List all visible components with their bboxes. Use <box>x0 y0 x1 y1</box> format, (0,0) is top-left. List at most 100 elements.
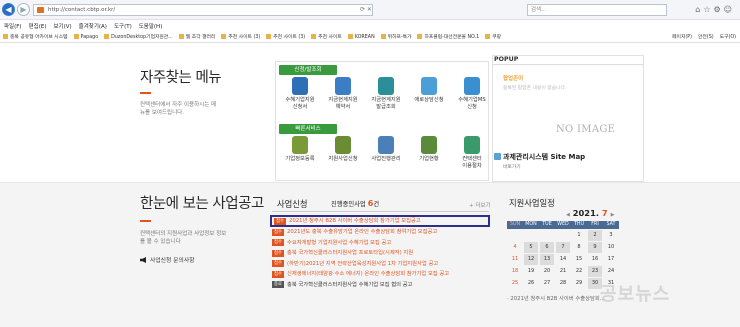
favorite-link[interactable]: Papago <box>74 33 99 43</box>
calendar-day[interactable]: 23 <box>588 266 602 277</box>
calendar-day[interactable]: 11 <box>508 254 522 265</box>
calendar-day[interactable]: 19 <box>524 266 538 277</box>
favorite-link[interactable]: 쿠팡 <box>485 33 501 43</box>
service-item[interactable]: 수혜기업지원 신청서 <box>280 75 320 110</box>
weekday-header: SUN <box>509 222 521 227</box>
menu-item[interactable]: 편집(E) <box>29 24 47 30</box>
notice-title[interactable]: (하반기)2021년 지역 전략산업육성지원사업 1차 기업지원사업 공고 <box>287 259 438 270</box>
calendar-week: 18 19 20 21 22 23 24 <box>507 266 619 277</box>
calendar-event-note[interactable]: · 2021년 청주시 B2B 사이버 수출상담회... <box>507 294 605 302</box>
favorite-link[interactable]: KOREAN <box>348 33 375 43</box>
service-item[interactable]: 애로상담신청 <box>409 75 449 110</box>
watermark: 공보뉴스 <box>600 284 671 305</box>
favorite-link[interactable]: 추천 사이트 (3) <box>221 33 260 43</box>
calendar-day[interactable]: 14 <box>556 254 570 265</box>
calendar-day[interactable]: 18 <box>508 266 522 277</box>
next-month-button[interactable]: ▶ <box>611 212 615 218</box>
favorite-link[interactable]: 하프클럽-대선전문몰 NO.1 <box>417 33 479 43</box>
toolbar-menu-item[interactable]: 페이지(P) <box>672 35 692 40</box>
menu-item[interactable]: 도구(T) <box>114 24 132 30</box>
favorite-link[interactable]: 위하프-특가 <box>381 33 412 43</box>
service-item[interactable]: 지금현계지원 발급조회 <box>366 75 406 110</box>
calendar-day[interactable]: 27 <box>540 278 554 289</box>
calendar-day[interactable]: 22 <box>572 266 586 277</box>
apply-divider <box>272 211 489 212</box>
favorite-link[interactable]: 추천 사이트 <box>311 33 342 43</box>
calendar-day[interactable]: 20 <box>540 266 554 277</box>
calendar-day[interactable]: 16 <box>588 254 602 265</box>
notice-title[interactable]: 2021년 청주시 B2B 사이버 수출상담회 참가기업 모집공고 <box>289 217 421 225</box>
menu-item[interactable]: 즐겨찾기(A) <box>79 24 107 30</box>
notice-row[interactable]: 종료 충북 국가혁신클러스터지원사업 수혜기업 모집 협의 공고 <box>270 280 490 291</box>
status-badge: 종료 <box>272 281 284 289</box>
popup-empty-text: 등록된 팝업존 내용이 없습니다. <box>503 86 567 91</box>
notice-title[interactable]: 2021년도 충북 수출유망기업 온라인 수출상담회 참여기업 모집공고 <box>287 227 437 238</box>
toolbar-icons[interactable]: ⌂☆⚙☺ <box>695 5 735 14</box>
calendar-day[interactable]: 12 <box>524 254 538 265</box>
document-icon <box>292 77 308 95</box>
calendar-day[interactable]: 25 <box>508 278 522 289</box>
sitemap-shortcut[interactable]: 바로가기 <box>503 163 521 170</box>
building-icon <box>421 136 437 154</box>
forward-button[interactable]: ▶ <box>17 3 30 16</box>
menu-item[interactable]: 파일(F) <box>4 24 22 30</box>
calendar-day[interactable]: 17 <box>604 254 618 265</box>
url-input[interactable]: http://contact.cbtp.or.kr/ <box>33 4 373 16</box>
favorite-link[interactable]: 충북 공유형 아카이브 시스템 <box>3 33 68 43</box>
calendar-day[interactable]: 6 <box>540 242 554 253</box>
calendar-day[interactable]: 3 <box>604 230 618 241</box>
refresh-icon[interactable]: ⟳ ✕ <box>360 6 372 13</box>
service-item[interactable]: 컨택센터 이용절차 <box>452 134 492 169</box>
service-item[interactable]: 지원사업신청 <box>323 134 363 169</box>
favorite-link[interactable]: 추천 사이트 (3) <box>266 33 305 43</box>
calendar-day[interactable]: 4 <box>508 242 522 253</box>
apply-count: 진행중인사업 6건 <box>331 199 379 208</box>
menu-item[interactable]: 도움말(H) <box>139 24 163 30</box>
business-inquiry-link[interactable]: 사업신청 문의사항 <box>140 255 195 264</box>
calendar-nav: ◀ 2021. 7 ▶ <box>566 208 614 218</box>
prev-month-button[interactable]: ◀ <box>566 212 570 218</box>
calendar-day[interactable]: 8 <box>572 242 586 253</box>
more-link[interactable]: + 더보기 <box>469 201 491 209</box>
favorite-link[interactable]: 웹 조각 갤러리 <box>179 33 216 43</box>
service-item[interactable]: 기업현황 <box>409 134 449 169</box>
title-accent-bar <box>140 220 151 222</box>
notice-title[interactable]: 수요자개발형 기업지원사업 수혜기업 모집 공고 <box>287 238 391 249</box>
calendar-day[interactable]: 13 <box>540 254 554 265</box>
menu-item[interactable]: 보기(V) <box>53 24 71 30</box>
calendar-day[interactable]: 24 <box>604 266 618 277</box>
notice-row[interactable]: 접수 2021년도 충북 수출유망기업 온라인 수출상담회 참여기업 모집공고 <box>270 227 490 238</box>
calendar-day[interactable]: 21 <box>556 266 570 277</box>
calendar-day[interactable]: 7 <box>556 242 570 253</box>
notice-title[interactable]: 신재생에너지(태양광·수소 에너지) 온라인 수출상담회 참가기업 모집 공고 <box>287 269 449 280</box>
calendar-day[interactable]: 28 <box>556 278 570 289</box>
apply-count-prefix: 진행중인사업 <box>331 201 366 208</box>
toolbar-menu-item[interactable]: 도구(O) <box>720 35 736 40</box>
back-button[interactable]: ◀ <box>2 3 15 16</box>
notice-row[interactable]: 접수 (하반기)2021년 지역 전략산업육성지원사업 1차 기업지원사업 공고 <box>270 259 490 270</box>
calendar-month: 7 <box>601 208 608 218</box>
service-item[interactable]: 지금현계지원 예약서 <box>323 75 363 110</box>
service-item[interactable]: 기업정보등록 <box>280 134 320 169</box>
toolbar-menu-item[interactable]: 안전(S) <box>698 35 714 40</box>
calendar-day[interactable]: 9 <box>588 242 602 253</box>
sitemap-link[interactable]: 과제관리시스템 Site Map <box>503 152 585 162</box>
notice-row[interactable]: 접수 2021년 청주시 B2B 사이버 수출상담회 참가기업 모집공고 <box>270 215 490 227</box>
calendar-day[interactable]: 1 <box>572 230 586 241</box>
calendar-day[interactable]: 10 <box>604 242 618 253</box>
calendar-day[interactable]: 29 <box>572 278 586 289</box>
notice-row[interactable]: 접수 신재생에너지(태양광·수소 에너지) 온라인 수출상담회 참가기업 모집 공… <box>270 269 490 280</box>
calendar-day[interactable]: 2 <box>588 230 602 241</box>
search-input[interactable]: 검색... <box>527 4 667 16</box>
calendar-day[interactable]: 5 <box>524 242 538 253</box>
favorite-link[interactable]: DuzonDesktop기업지원관... <box>104 33 173 43</box>
calendar-day[interactable]: 26 <box>524 278 538 289</box>
service-item[interactable]: 수혜기업MS 신청 <box>452 75 492 110</box>
notice-title[interactable]: 충북 국가혁신클러스터지원사업 프로토타입(시제작) 지원 <box>287 248 413 259</box>
calendar-day[interactable]: 15 <box>572 254 586 265</box>
notice-title[interactable]: 충북 국가혁신클러스터지원사업 수혜기업 모집 협의 공고 <box>287 280 412 291</box>
sitemap-icon <box>494 153 501 160</box>
notice-row[interactable]: 접수 수요자개발형 기업지원사업 수혜기업 모집 공고 <box>270 238 490 249</box>
notice-row[interactable]: 접수 충북 국가혁신클러스터지원사업 프로토타입(시제작) 지원 <box>270 248 490 259</box>
service-item[interactable]: 사업진행관리 <box>366 134 406 169</box>
